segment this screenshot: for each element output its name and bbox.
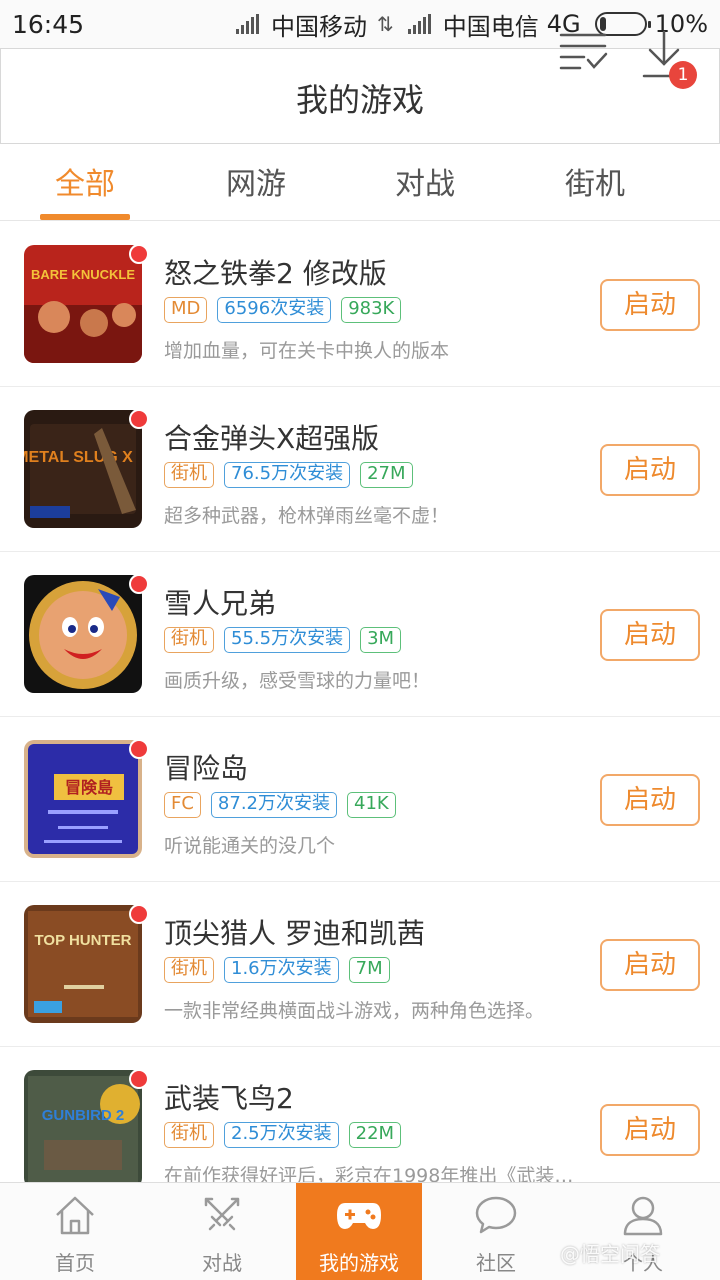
launch-button[interactable]: 启动 xyxy=(600,444,700,496)
size-tag: 983K xyxy=(341,297,402,323)
nav-home[interactable]: 首页 xyxy=(12,1183,138,1280)
thumb-logo-text: TOP HUNTER xyxy=(35,932,132,949)
game-description: 增加血量，可在关卡中换人的版本 xyxy=(164,340,450,362)
game-tags: 街机 55.5万次安装 3M xyxy=(164,627,402,653)
nav-my-games[interactable]: 我的游戏 xyxy=(296,1183,422,1280)
platform-tag: 街机 xyxy=(164,627,214,653)
launch-button[interactable]: 启动 xyxy=(600,609,700,661)
game-thumbnail[interactable]: 冒険島 xyxy=(24,740,142,858)
nav-label: 首页 xyxy=(55,1251,95,1275)
game-tags: 街机 2.5万次安装 22M xyxy=(164,1122,402,1148)
install-count-tag: 87.2万次安装 xyxy=(210,792,337,818)
nav-battle[interactable]: 对战 xyxy=(159,1183,285,1280)
game-list: BARE KNUCKLE 怒之铁拳2 修改版 MD 6596次安装 983K 增… xyxy=(0,222,720,1182)
install-count-tag: 76.5万次安装 xyxy=(224,462,351,488)
category-tabs: 全部 网游 对战 街机 xyxy=(0,145,720,221)
signal-icon-2 xyxy=(407,14,431,34)
new-indicator-dot xyxy=(129,904,149,924)
install-count-tag: 1.6万次安装 xyxy=(224,957,339,983)
nav-label: 社区 xyxy=(476,1251,516,1275)
game-thumbnail[interactable]: METAL SLUG X xyxy=(24,410,142,528)
game-row[interactable]: METAL SLUG X 合金弹头X超强版 街机 76.5万次安装 27M 超多… xyxy=(0,387,720,552)
thumb-logo-text: METAL SLUG X xyxy=(24,449,133,466)
game-description: 画质升级，感受雪球的力量吧！ xyxy=(164,670,431,692)
signal-icon xyxy=(236,14,260,34)
game-tags: 街机 1.6万次安装 7M xyxy=(164,957,390,983)
game-tags: 街机 76.5万次安装 27M xyxy=(164,462,413,488)
watermark-text: @悟空问答 xyxy=(560,1242,660,1266)
game-row[interactable]: BARE KNUCKLE 怒之铁拳2 修改版 MD 6596次安装 983K 增… xyxy=(0,222,720,387)
launch-button[interactable]: 启动 xyxy=(600,939,700,991)
game-row[interactable]: 冒険島 冒险岛 FC 87.2万次安装 41K 听说能通关的没几个 启动 xyxy=(0,717,720,882)
launch-button[interactable]: 启动 xyxy=(600,774,700,826)
game-thumbnail[interactable]: BARE KNUCKLE xyxy=(24,245,142,363)
thumb-logo-text: 冒険島 xyxy=(65,778,113,797)
game-name: 合金弹头X超强版 xyxy=(164,422,380,455)
launch-button[interactable]: 启动 xyxy=(600,279,700,331)
platform-tag: 街机 xyxy=(164,957,214,983)
size-tag: 41K xyxy=(347,792,396,818)
install-count-tag: 55.5万次安装 xyxy=(224,627,351,653)
install-count-tag: 6596次安装 xyxy=(217,297,332,323)
game-description: 听说能通关的没几个 xyxy=(164,835,336,857)
new-indicator-dot xyxy=(129,1069,149,1089)
crossed-swords-icon xyxy=(204,1197,240,1231)
game-name: 雪人兄弟 xyxy=(164,587,277,620)
game-row[interactable]: 雪人兄弟 街机 55.5万次安装 3M 画质升级，感受雪球的力量吧！ 启动 xyxy=(0,552,720,717)
game-description: 一款非常经典横面战斗游戏，两种角色选择。 xyxy=(164,1000,545,1022)
chat-bubble-icon xyxy=(475,1196,517,1234)
gamepad-icon xyxy=(337,1203,381,1229)
install-count-tag: 2.5万次安装 xyxy=(224,1122,339,1148)
download-badge: 1 xyxy=(669,61,697,89)
game-row[interactable]: TOP HUNTER 顶尖猎人 罗迪和凯茜 街机 1.6万次安装 7M 一款非常… xyxy=(0,882,720,1047)
platform-tag: 街机 xyxy=(164,1122,214,1148)
game-name: 顶尖猎人 罗迪和凯茜 xyxy=(164,917,425,950)
nav-community[interactable]: 社区 xyxy=(433,1183,559,1280)
tab-battle[interactable]: 对战 xyxy=(355,159,495,203)
size-tag: 7M xyxy=(348,957,390,983)
launch-button[interactable]: 启动 xyxy=(600,1104,700,1156)
size-tag: 27M xyxy=(360,462,413,488)
status-time: 16:45 xyxy=(12,9,85,39)
game-description: 超多种武器，枪林弹雨丝毫不虚！ xyxy=(164,505,450,527)
new-indicator-dot xyxy=(129,409,149,429)
game-name: 武装飞鸟2 xyxy=(164,1082,294,1115)
game-tags: MD 6596次安装 983K xyxy=(164,297,402,323)
game-thumbnail[interactable]: GUNBIRD 2 xyxy=(24,1070,142,1182)
header-bar: 我的游戏 xyxy=(0,48,720,144)
platform-tag: MD xyxy=(164,297,208,323)
home-icon xyxy=(56,1196,94,1235)
tab-all[interactable]: 全部 xyxy=(15,159,155,203)
game-row[interactable]: GUNBIRD 2 武装飞鸟2 街机 2.5万次安装 22M 在前作获得好评后，… xyxy=(0,1047,720,1182)
new-indicator-dot xyxy=(129,739,149,759)
thumb-logo-text: GUNBIRD 2 xyxy=(42,1107,125,1124)
new-indicator-dot xyxy=(129,244,149,264)
thumb-logo-text: BARE KNUCKLE xyxy=(31,267,135,282)
tab-active-indicator xyxy=(40,214,130,220)
status-indicators: 中国移动 ⇅ 中国电信 4G 10% xyxy=(236,7,708,42)
data-transfer-icon: ⇅ xyxy=(377,12,394,36)
game-tags: FC 87.2万次安装 41K xyxy=(164,792,396,818)
person-icon xyxy=(623,1196,663,1236)
carrier-2: 中国电信 xyxy=(442,12,539,41)
status-bar: 16:45 中国移动 ⇅ 中国电信 4G 10% xyxy=(0,0,720,48)
page-title: 我的游戏 xyxy=(295,81,424,119)
carrier-1: 中国移动 xyxy=(271,12,368,41)
new-indicator-dot xyxy=(129,574,149,594)
checklist-icon[interactable] xyxy=(558,30,610,74)
tab-arcade[interactable]: 街机 xyxy=(525,159,665,203)
size-tag: 3M xyxy=(360,627,402,653)
size-tag: 22M xyxy=(348,1122,402,1148)
game-thumbnail[interactable] xyxy=(24,575,142,693)
game-description: 在前作获得好评后，彩京在1998年推出《武装飞鸟2》 xyxy=(164,1165,584,1182)
tab-online[interactable]: 网游 xyxy=(186,159,326,203)
game-name: 冒险岛 xyxy=(164,752,249,785)
game-name: 怒之铁拳2 修改版 xyxy=(164,257,387,290)
nav-label: 对战 xyxy=(202,1251,242,1275)
nav-label: 我的游戏 xyxy=(319,1251,399,1275)
platform-tag: FC xyxy=(164,792,201,818)
platform-tag: 街机 xyxy=(164,462,214,488)
game-thumbnail[interactable]: TOP HUNTER xyxy=(24,905,142,1023)
